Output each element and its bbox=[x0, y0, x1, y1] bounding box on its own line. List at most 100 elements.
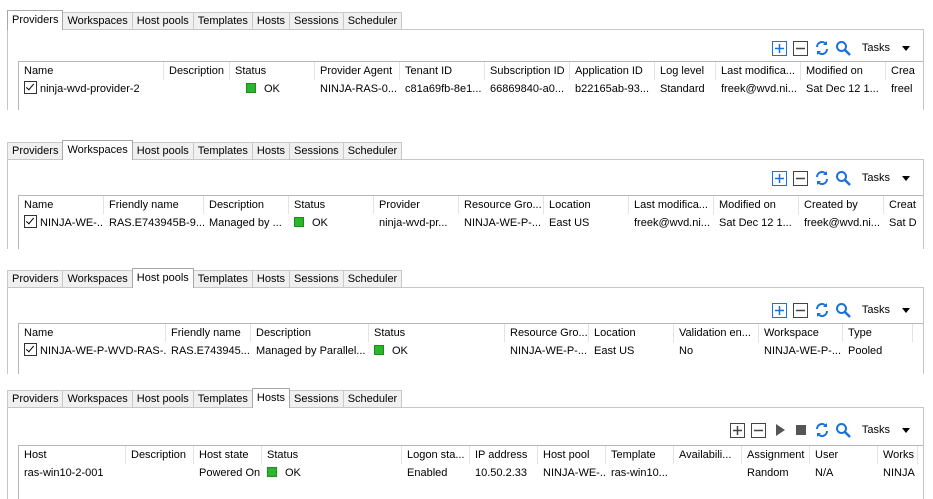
col-last-modified[interactable]: Last modifica... bbox=[629, 196, 714, 214]
col-ip-address[interactable]: IP address bbox=[470, 446, 538, 464]
col-provider[interactable]: Provider bbox=[374, 196, 459, 214]
tab-host-pools[interactable]: Host pools bbox=[131, 268, 194, 288]
col-status[interactable]: Status bbox=[262, 446, 402, 464]
refresh-icon[interactable] bbox=[814, 422, 830, 438]
col-description[interactable]: Description bbox=[204, 196, 289, 214]
tab-scheduler[interactable]: Scheduler bbox=[342, 270, 403, 288]
tab-sessions[interactable]: Sessions bbox=[289, 12, 344, 30]
tab-providers[interactable]: Providers bbox=[7, 390, 64, 408]
tab-templates[interactable]: Templates bbox=[192, 12, 253, 30]
search-icon[interactable] bbox=[835, 170, 851, 186]
col-location[interactable]: Location bbox=[589, 324, 674, 342]
col-host-pool[interactable]: Host pool bbox=[538, 446, 606, 464]
col-subscription-id[interactable]: Subscription ID bbox=[485, 62, 570, 80]
col-description[interactable]: Description bbox=[126, 446, 194, 464]
col-created-by[interactable]: Created by bbox=[799, 196, 884, 214]
col-status[interactable]: Status bbox=[289, 196, 374, 214]
col-logon-state[interactable]: Logon sta... bbox=[402, 446, 470, 464]
refresh-icon[interactable] bbox=[814, 40, 830, 56]
tab-providers[interactable]: Providers bbox=[7, 10, 64, 30]
tab-host-pools[interactable]: Host pools bbox=[131, 390, 194, 408]
col-name[interactable]: Name bbox=[19, 196, 104, 214]
add-icon[interactable] bbox=[772, 302, 788, 318]
tasks-menu[interactable]: Tasks bbox=[862, 424, 910, 436]
tasks-menu[interactable]: Tasks bbox=[862, 304, 910, 316]
col-resource-group[interactable]: Resource Gro... bbox=[505, 324, 589, 342]
col-friendly-name[interactable]: Friendly name bbox=[104, 196, 204, 214]
tab-sessions[interactable]: Sessions bbox=[289, 390, 344, 408]
col-template[interactable]: Template bbox=[606, 446, 674, 464]
col-description[interactable]: Description bbox=[164, 62, 230, 80]
col-name[interactable]: Name bbox=[19, 324, 166, 342]
col-application-id[interactable]: Application ID bbox=[570, 62, 655, 80]
tab-templates[interactable]: Templates bbox=[192, 390, 253, 408]
col-type[interactable]: Type bbox=[843, 324, 913, 342]
col-host-state[interactable]: Host state bbox=[194, 446, 262, 464]
checkbox[interactable] bbox=[24, 343, 37, 356]
col-validation[interactable]: Validation en... bbox=[674, 324, 759, 342]
col-status[interactable]: Status bbox=[230, 62, 315, 80]
tab-hosts[interactable]: Hosts bbox=[251, 270, 291, 288]
add-icon[interactable] bbox=[772, 170, 788, 186]
table-row[interactable]: ninja-wvd-provider-2 OK NINJA-RAS-0... c… bbox=[19, 80, 923, 98]
tab-workspaces[interactable]: Workspaces bbox=[62, 12, 133, 30]
tab-providers[interactable]: Providers bbox=[7, 270, 64, 288]
checkbox[interactable] bbox=[24, 81, 37, 94]
col-tenant-id[interactable]: Tenant ID bbox=[400, 62, 485, 80]
col-friendly-name[interactable]: Friendly name bbox=[166, 324, 251, 342]
remove-icon[interactable] bbox=[751, 422, 767, 438]
tab-sessions[interactable]: Sessions bbox=[289, 270, 344, 288]
table-row[interactable]: NINJA-WE-P-WVD-RAS-... RAS.E743945... Ma… bbox=[19, 342, 923, 360]
tab-hosts[interactable]: Hosts bbox=[251, 388, 291, 408]
col-host[interactable]: Host bbox=[19, 446, 126, 464]
tab-templates[interactable]: Templates bbox=[192, 270, 253, 288]
add-icon[interactable] bbox=[772, 40, 788, 56]
tab-hosts[interactable]: Hosts bbox=[251, 142, 291, 160]
col-user[interactable]: User bbox=[810, 446, 878, 464]
table-row[interactable]: ras-win10-2-001 Powered On OK Enabled 10… bbox=[19, 464, 923, 482]
tab-providers[interactable]: Providers bbox=[7, 142, 64, 160]
play-icon[interactable] bbox=[772, 422, 788, 438]
remove-icon[interactable] bbox=[793, 40, 809, 56]
col-location[interactable]: Location bbox=[544, 196, 629, 214]
tab-host-pools[interactable]: Host pools bbox=[131, 12, 194, 30]
col-workspace[interactable]: Works bbox=[878, 446, 918, 464]
col-last-modified[interactable]: Last modifica... bbox=[716, 62, 801, 80]
tab-host-pools[interactable]: Host pools bbox=[131, 142, 194, 160]
col-status[interactable]: Status bbox=[369, 324, 505, 342]
tasks-menu[interactable]: Tasks bbox=[862, 172, 910, 184]
search-icon[interactable] bbox=[835, 302, 851, 318]
remove-icon[interactable] bbox=[793, 170, 809, 186]
stop-icon[interactable] bbox=[793, 422, 809, 438]
refresh-icon[interactable] bbox=[814, 302, 830, 318]
tasks-menu[interactable]: Tasks bbox=[862, 42, 910, 54]
search-icon[interactable] bbox=[835, 422, 851, 438]
col-created[interactable]: Crea bbox=[886, 62, 923, 80]
add-icon[interactable] bbox=[730, 422, 746, 438]
col-name[interactable]: Name bbox=[19, 62, 164, 80]
tab-scheduler[interactable]: Scheduler bbox=[342, 12, 403, 30]
col-resource-group[interactable]: Resource Gro... bbox=[459, 196, 544, 214]
tab-workspaces[interactable]: Workspaces bbox=[62, 390, 133, 408]
tab-hosts[interactable]: Hosts bbox=[251, 12, 291, 30]
col-log-level[interactable]: Log level bbox=[655, 62, 716, 80]
col-availability[interactable]: Availabili... bbox=[674, 446, 742, 464]
col-assignment[interactable]: Assignment bbox=[742, 446, 810, 464]
col-modified-on[interactable]: Modified on bbox=[714, 196, 799, 214]
col-workspace[interactable]: Workspace bbox=[759, 324, 843, 342]
tab-workspaces[interactable]: Workspaces bbox=[62, 140, 133, 160]
col-provider-agent[interactable]: Provider Agent bbox=[315, 62, 400, 80]
col-modified-on[interactable]: Modified on bbox=[801, 62, 886, 80]
tab-templates[interactable]: Templates bbox=[192, 142, 253, 160]
checkbox[interactable] bbox=[24, 215, 37, 228]
tab-workspaces[interactable]: Workspaces bbox=[62, 270, 133, 288]
tab-scheduler[interactable]: Scheduler bbox=[342, 390, 403, 408]
table-row[interactable]: NINJA-WE-... RAS.E743945B-9... Managed b… bbox=[19, 214, 923, 232]
col-created[interactable]: Creat bbox=[884, 196, 923, 214]
tab-sessions[interactable]: Sessions bbox=[289, 142, 344, 160]
col-description[interactable]: Description bbox=[251, 324, 369, 342]
search-icon[interactable] bbox=[835, 40, 851, 56]
refresh-icon[interactable] bbox=[814, 170, 830, 186]
remove-icon[interactable] bbox=[793, 302, 809, 318]
tab-scheduler[interactable]: Scheduler bbox=[342, 142, 403, 160]
